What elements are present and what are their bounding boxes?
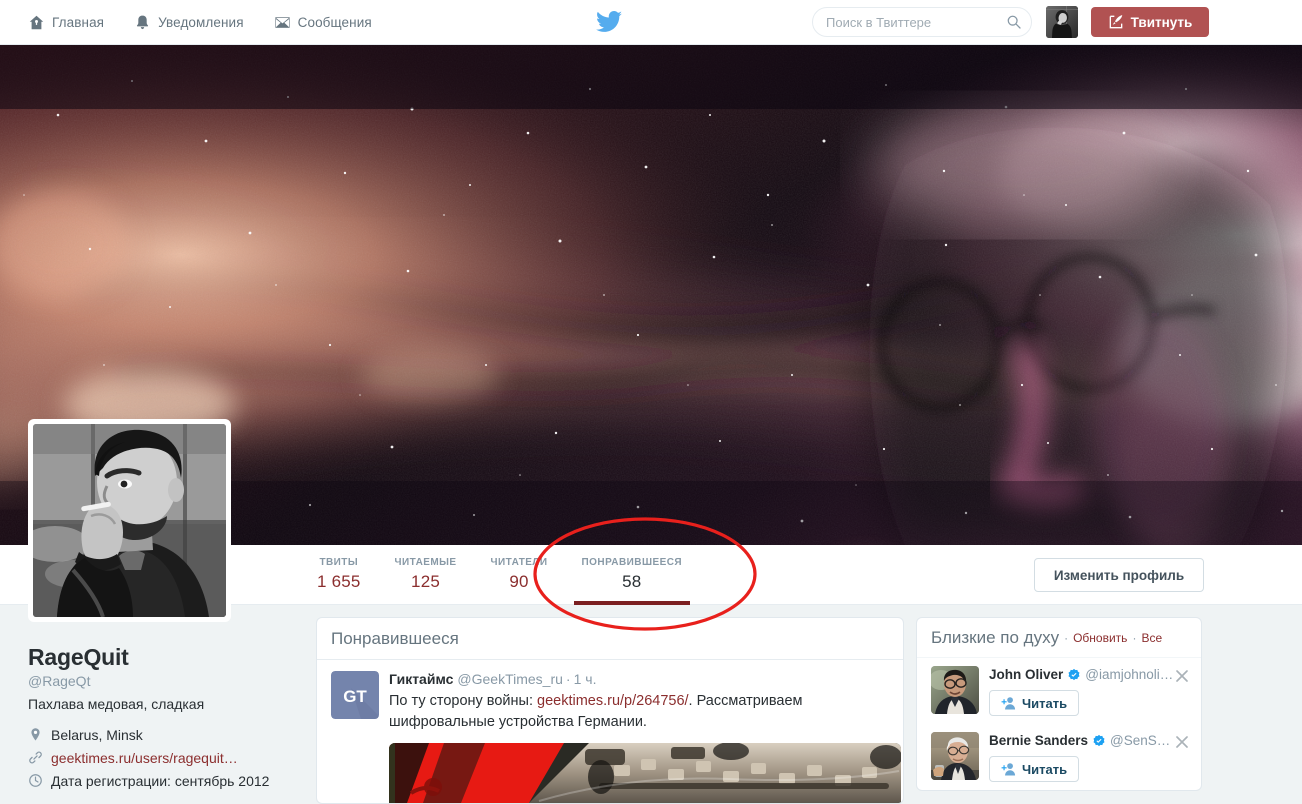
nav-item-home-label: Главная	[52, 14, 105, 30]
who-to-follow-names: John Oliver @iamjohnoli…	[989, 666, 1187, 684]
follow-button-label: Читать	[1022, 761, 1068, 777]
nav-item-messages[interactable]: Сообщения	[274, 0, 372, 44]
envelope-icon	[274, 14, 291, 31]
nav-item-messages-label: Сообщения	[297, 14, 372, 30]
tweet-text: По ту сторону войны: geektimes.ru/p/2647…	[389, 691, 889, 733]
verified-badge-icon	[1067, 668, 1081, 682]
tweet-author-name[interactable]: Гиктаймс	[389, 671, 453, 687]
tweet-timestamp[interactable]: 1 ч.	[574, 671, 597, 687]
tweet-body: Гиктаймс @GeekTimes_ru · 1 ч. По ту сторону…	[389, 670, 889, 733]
svg-text:GT: GT	[343, 687, 367, 706]
stat-tweets[interactable]: ТВИТЫ 1 655	[300, 545, 378, 605]
close-icon[interactable]	[1175, 735, 1189, 749]
profile-avatar-frame[interactable]	[28, 419, 231, 622]
bell-icon	[134, 14, 151, 31]
follow-button-label: Читать	[1022, 695, 1068, 711]
tweet-button[interactable]: Твитнуть	[1091, 7, 1209, 37]
search-box[interactable]	[812, 7, 1032, 37]
twitter-bird-logo[interactable]	[596, 11, 622, 33]
verified-badge-icon	[1092, 734, 1106, 748]
follow-button[interactable]: Читать	[989, 756, 1080, 782]
profile-name: RageQuit	[28, 644, 129, 670]
timeline-panel: Понравившееся GT Гиктаймс @GeekTimes_ru · 1…	[316, 617, 904, 804]
search-icon[interactable]	[1006, 14, 1022, 30]
wtf-dot-1: ·	[1064, 630, 1069, 645]
stat-likes-value: 58	[622, 572, 642, 591]
profile-location: Belarus, Minsk	[28, 723, 300, 746]
tweet-button-label: Твитнуть	[1130, 14, 1193, 30]
profile-join-date-text: Дата регистрации: сентябрь 2012	[51, 772, 270, 789]
clock-icon	[28, 773, 43, 788]
tweet-separator: ·	[565, 671, 571, 687]
follow-button[interactable]: Читать	[989, 690, 1080, 716]
profile-handle: @RageQt	[28, 673, 91, 689]
nav-links-group: Главная Уведомления Сообщения	[28, 0, 402, 44]
tweet-item[interactable]: GT Гиктаймс @GeekTimes_ru · 1 ч. По ту стор…	[317, 660, 903, 803]
stat-followers[interactable]: ЧИТАТЕЛИ 90	[474, 545, 565, 605]
tweet-header: Гиктаймс @GeekTimes_ru · 1 ч.	[389, 670, 889, 689]
quill-icon	[1108, 14, 1124, 30]
who-to-follow-title: Близкие по духу	[931, 627, 1060, 647]
tweet-photo[interactable]	[389, 743, 901, 803]
suggested-user-handle[interactable]: @SenS…	[1110, 732, 1170, 750]
profile-stats-group: ТВИТЫ 1 655 ЧИТАЕМЫЕ 125 ЧИТАТЕЛИ 90 ПОН…	[300, 545, 699, 605]
nav-item-notifications[interactable]: Уведомления	[134, 0, 244, 44]
john-oliver-avatar[interactable]	[931, 666, 979, 714]
profile-meta-list: Belarus, Minsk geektimes.ru/users/ragequ…	[28, 723, 300, 792]
bernie-sanders-avatar[interactable]	[931, 732, 979, 780]
suggested-user-name[interactable]: John Oliver	[989, 666, 1063, 684]
home-icon	[28, 14, 45, 31]
profile-bio: Пахлава медовая, сладкая	[28, 696, 205, 712]
suggested-user-name[interactable]: Bernie Sanders	[989, 732, 1088, 750]
link-icon	[28, 750, 43, 765]
nav-item-notifications-label: Уведомления	[158, 14, 244, 30]
stat-tweets-value: 1 655	[317, 572, 361, 591]
who-to-follow-names: Bernie Sanders @SenS…	[989, 732, 1187, 750]
stat-following-key: ЧИТАЕМЫЕ	[394, 557, 457, 568]
add-person-icon	[1001, 762, 1016, 776]
stat-likes-key: ПОНРАВИВШЕЕСЯ	[581, 557, 683, 568]
tweet-text-before: По ту сторону войны:	[389, 693, 537, 709]
profile-avatar[interactable]	[33, 424, 226, 617]
tweet-link[interactable]: geektimes.ru/p/264756/	[537, 693, 689, 709]
geektimes-gt-logo[interactable]: GT	[331, 671, 379, 719]
top-navigation-bar: Главная Уведомления Сообщения Поиск в Тв…	[0, 0, 1302, 45]
timeline-header: Понравившееся	[317, 618, 903, 660]
stat-followers-value: 90	[509, 572, 529, 591]
nav-user-avatar[interactable]	[1046, 6, 1078, 38]
who-to-follow-info: Bernie Sanders @SenS… Читать	[989, 732, 1187, 782]
nav-item-home[interactable]: Главная	[28, 0, 104, 44]
profile-website-link[interactable]: geektimes.ru/users/ragequit…	[51, 750, 238, 766]
stat-followers-key: ЧИТАТЕЛИ	[490, 557, 548, 568]
wtf-dot-2: ·	[1132, 630, 1137, 645]
stat-tweets-key: ТВИТЫ	[319, 557, 359, 568]
who-to-follow-item: Bernie Sanders @SenS… Читать	[917, 724, 1201, 790]
who-to-follow-refresh-link[interactable]: Обновить	[1073, 631, 1127, 645]
stat-likes[interactable]: ПОНРАВИВШЕЕСЯ 58	[565, 545, 699, 605]
add-person-icon	[1001, 696, 1016, 710]
who-to-follow-info: John Oliver @iamjohnoli… Читать	[989, 666, 1187, 716]
stat-following-value: 125	[411, 572, 441, 591]
suggested-user-handle[interactable]: @iamjohnoli…	[1085, 666, 1173, 684]
profile-website[interactable]: geektimes.ru/users/ragequit…	[28, 746, 300, 769]
who-to-follow-all-link[interactable]: Все	[1141, 631, 1162, 645]
edit-profile-button[interactable]: Изменить профиль	[1034, 558, 1204, 592]
who-to-follow-header: Близкие по духу · Обновить · Все	[917, 618, 1201, 658]
close-icon[interactable]	[1175, 669, 1189, 683]
stat-following[interactable]: ЧИТАЕМЫЕ 125	[378, 545, 474, 605]
search-input[interactable]	[826, 8, 1001, 36]
tweet-author-handle[interactable]: @GeekTimes_ru	[457, 671, 563, 687]
profile-location-text: Belarus, Minsk	[51, 726, 143, 743]
who-to-follow-panel: Близкие по духу · Обновить · Все John Ol…	[916, 617, 1202, 791]
location-pin-icon	[28, 727, 43, 742]
who-to-follow-item: John Oliver @iamjohnoli… Читать	[917, 658, 1201, 724]
